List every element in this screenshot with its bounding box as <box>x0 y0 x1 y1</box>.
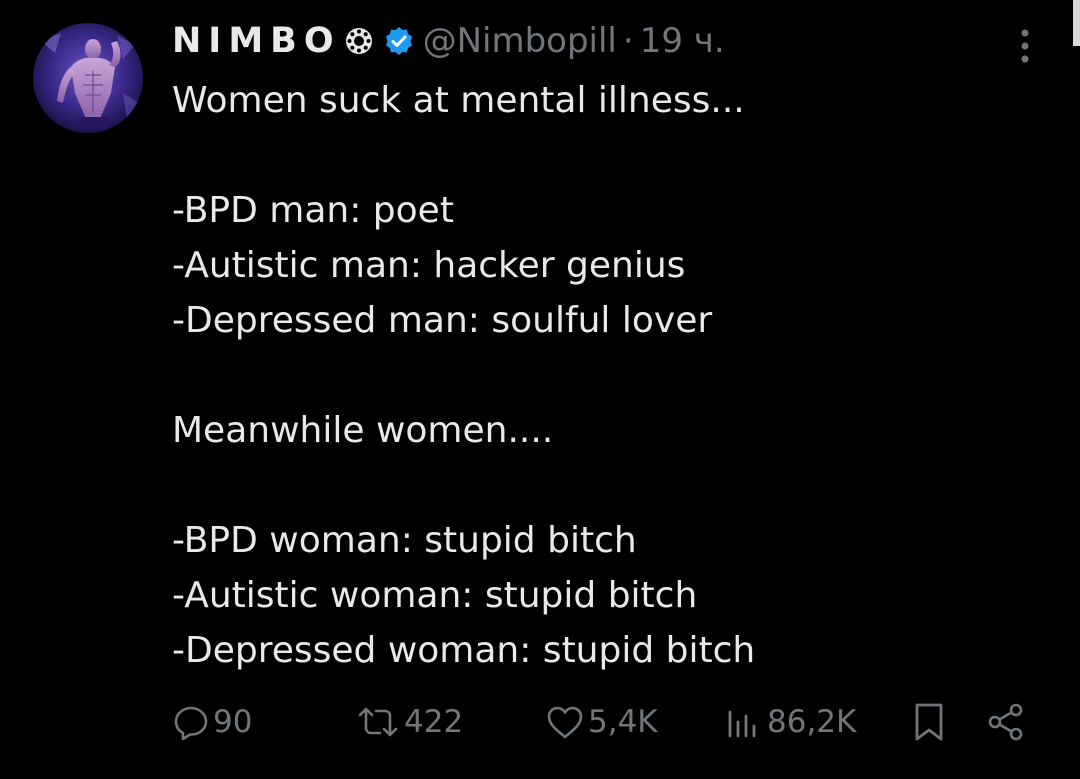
tweet-text-line: -BPD woman: stupid bitch <box>172 520 637 561</box>
header-separator: · <box>622 21 634 61</box>
bookmark-icon <box>911 702 947 742</box>
tweet-text-line: -Depressed man: soulful lover <box>172 300 713 341</box>
tweet-text-line <box>172 128 1032 183</box>
sun-emoji-icon <box>343 25 375 57</box>
author-handle[interactable]: @Nimbopill <box>423 21 617 61</box>
tweet-text-line <box>172 348 1032 403</box>
tweet-text-line: -Autistic man: hacker genius <box>172 245 686 286</box>
display-name[interactable]: NIMBO <box>172 21 341 61</box>
tweet[interactable]: NIMBO @Nimbopill · 19 ч. Women suck at m… <box>0 0 1080 779</box>
tweet-text: Women suck at mental illness... -BPD man… <box>172 73 1032 678</box>
reply-icon <box>173 704 209 740</box>
tweet-text-line: -Autistic woman: stupid bitch <box>172 575 698 616</box>
share-icon <box>986 702 1026 742</box>
verified-badge-icon[interactable] <box>383 25 415 57</box>
tweet-text-line: -BPD man: poet <box>172 190 454 231</box>
like-count: 5,4K <box>588 704 658 740</box>
tweet-actions: 90 422 5,4K 86,2K <box>0 696 1080 748</box>
avatar[interactable] <box>33 23 143 133</box>
share-button[interactable] <box>986 696 1026 748</box>
like-button[interactable]: 5,4K <box>546 696 658 748</box>
more-options-icon[interactable] <box>1008 26 1042 66</box>
retweet-icon <box>356 704 400 740</box>
like-icon <box>546 704 584 740</box>
scrollbar-thumb[interactable] <box>1073 0 1080 46</box>
tweet-text-line <box>172 458 1032 513</box>
reply-count: 90 <box>213 704 253 740</box>
tweet-text-line: -Depressed woman: stupid bitch <box>172 630 756 671</box>
views-count: 86,2K <box>767 704 857 740</box>
retweet-count: 422 <box>404 704 464 740</box>
reply-button[interactable]: 90 <box>173 696 252 748</box>
retweet-button[interactable]: 422 <box>356 696 463 748</box>
views-button[interactable]: 86,2K <box>725 696 856 748</box>
bookmark-button[interactable] <box>911 696 947 748</box>
tweet-text-line: Women suck at mental illness... <box>172 80 745 121</box>
tweet-time[interactable]: 19 ч. <box>640 21 725 61</box>
tweet-header: NIMBO @Nimbopill · 19 ч. <box>172 16 725 66</box>
views-icon <box>725 704 763 740</box>
tweet-text-line: Meanwhile women.... <box>172 410 554 451</box>
